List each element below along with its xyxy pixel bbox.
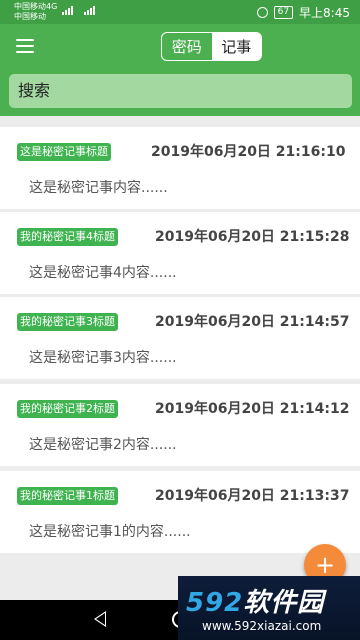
watermark-number: 592 <box>186 588 244 618</box>
status-right: 67 早上8:45 <box>256 4 350 21</box>
note-content: 这是秘密记事1的内容...... <box>29 524 191 540</box>
carrier-line-2: 中国移动 <box>14 12 46 21</box>
note-date: 2019年06月20日 21:13:37 <box>155 488 350 504</box>
note-date: 2019年06月20日 21:15:28 <box>155 229 350 245</box>
note-content: 这是秘密记事3内容...... <box>29 350 177 366</box>
note-date: 2019年06月20日 21:14:12 <box>155 401 350 417</box>
menu-icon[interactable] <box>16 39 34 53</box>
battery-icon: 67 <box>273 6 294 19</box>
note-card[interactable]: 我的秘密记事4标题 2019年06月20日 21:15:28 这是秘密记事4内容… <box>0 212 360 294</box>
note-title-tag: 我的秘密记事4标题 <box>17 228 118 246</box>
watermark-logo: 592软件园 www.592xiazai.com <box>178 576 360 640</box>
note-card[interactable]: 我的秘密记事3标题 2019年06月20日 21:14:57 这是秘密记事3内容… <box>0 297 360 379</box>
note-date: 2019年06月20日 21:14:57 <box>155 314 350 330</box>
note-title-tag: 我的秘密记事3标题 <box>17 313 118 331</box>
watermark-title: 592软件园 <box>186 582 324 619</box>
signal-icon-2 <box>84 5 95 15</box>
note-card[interactable]: 我的秘密记事2标题 2019年06月20日 21:14:12 这是秘密记事2内容… <box>0 384 360 466</box>
watermark-url: www.592xiazai.com <box>202 619 322 633</box>
note-card[interactable]: 这是秘密记事标题 2019年06月20日 21:16:10 这是秘密记事内容..… <box>0 127 360 209</box>
alarm-icon <box>256 7 268 18</box>
note-title-tag: 我的秘密记事1标题 <box>17 487 118 505</box>
note-content: 这是秘密记事内容...... <box>29 180 168 196</box>
tab-notes[interactable]: 记事 <box>211 33 261 60</box>
note-date: 2019年06月20日 21:16:10 <box>151 144 346 160</box>
status-bar: 中国移动4G 中国移动 67 早上8:45 <box>0 0 360 24</box>
search-input[interactable]: 搜索 <box>9 74 352 108</box>
carrier-info: 中国移动4G 中国移动 <box>14 2 57 22</box>
note-title-tag: 我的秘密记事2标题 <box>17 400 118 418</box>
note-content: 这是秘密记事4内容...... <box>29 265 177 281</box>
search-bar: 搜索 <box>0 68 360 116</box>
note-card[interactable]: 我的秘密记事1标题 2019年06月20日 21:13:37 这是秘密记事1的内… <box>0 471 360 553</box>
tab-passwords[interactable]: 密码 <box>162 33 212 60</box>
watermark-name: 软件园 <box>243 588 325 618</box>
note-title-tag: 这是秘密记事标题 <box>17 143 111 161</box>
clock: 早上8:45 <box>299 6 350 20</box>
carrier-line-1: 中国移动4G <box>14 2 58 11</box>
note-content: 这是秘密记事2内容...... <box>29 437 177 453</box>
tab-switcher: 密码 记事 <box>161 32 262 61</box>
back-icon[interactable] <box>94 611 106 627</box>
signal-icon <box>62 5 73 15</box>
app-bar: 密码 记事 <box>0 24 360 68</box>
